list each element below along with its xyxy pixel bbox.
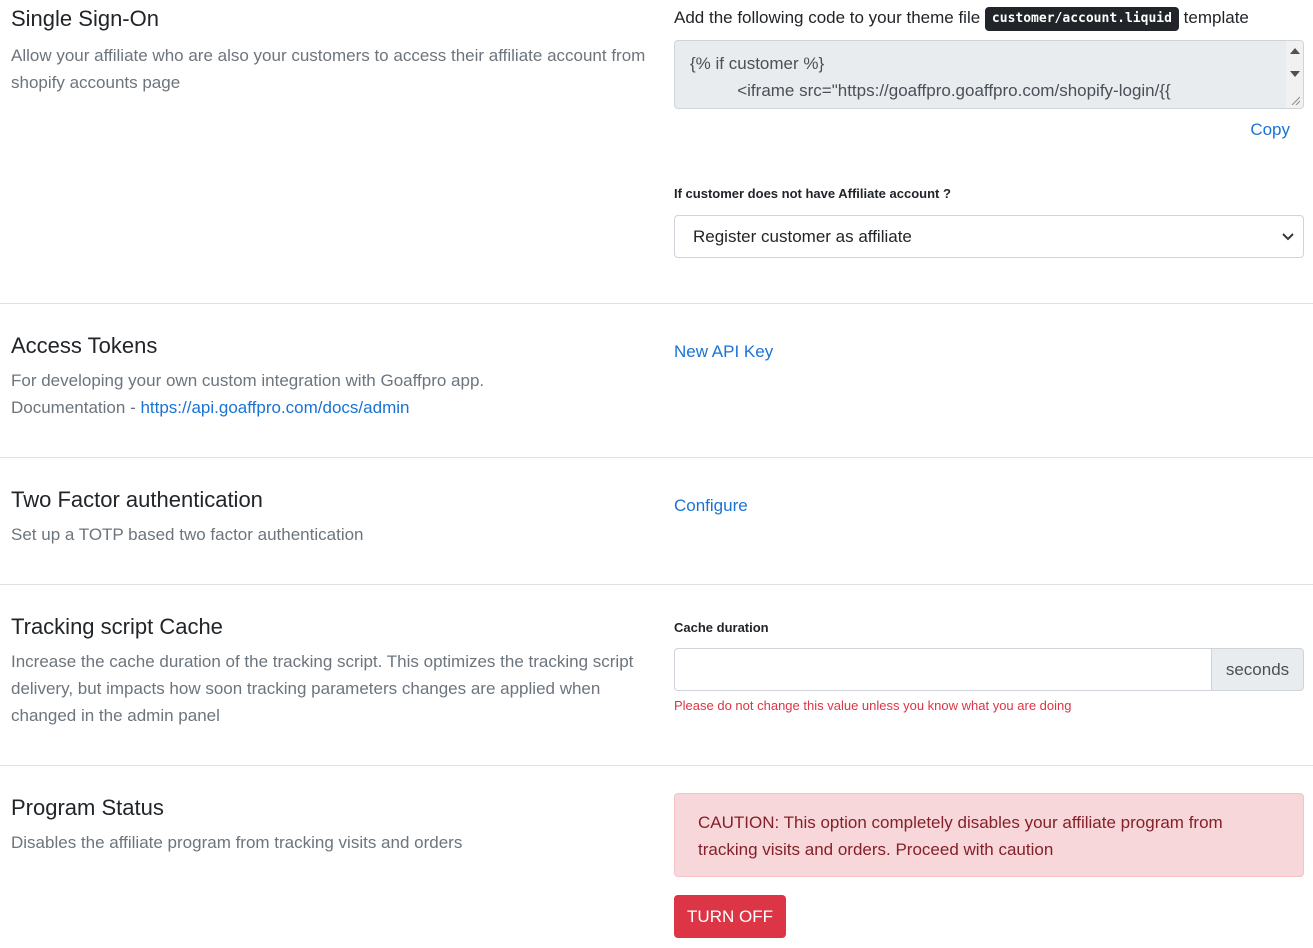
sso-settings: Add the following code to your theme fil… [674, 6, 1304, 266]
code-line-2: <iframe src="https://goaffpro.goaffpro.c… [690, 81, 1171, 100]
tracking-cache-section: Tracking script Cache Increase the cache… [0, 585, 1313, 765]
access-tokens-actions: New API Key [674, 342, 1304, 362]
sso-instruction-prefix: Add the following code to your theme fil… [674, 8, 981, 27]
chevron-down-icon [1282, 233, 1294, 241]
doc-link[interactable]: https://api.goaffpro.com/docs/admin [140, 398, 409, 417]
tracking-cache-settings: Cache duration seconds Please do not cha… [674, 619, 1304, 759]
configure-2fa-link[interactable]: Configure [674, 496, 748, 516]
sso-section: Single Sign-On Allow your affiliate who … [0, 0, 1313, 303]
access-tokens-desc-line: For developing your own custom integrati… [11, 371, 485, 390]
program-status-info: Program Status Disables the affiliate pr… [11, 795, 651, 856]
program-status-description: Disables the affiliate program from trac… [11, 833, 463, 852]
no-account-label: If customer does not have Affiliate acco… [674, 186, 951, 201]
resize-grip-icon[interactable] [1290, 95, 1300, 105]
copy-code-button[interactable]: Copy [1250, 120, 1290, 140]
sso-code: {% if customer %} <iframe src="https://g… [690, 50, 1171, 104]
sso-title: Single Sign-On [11, 6, 159, 31]
caution-alert: CAUTION: This option completely disables… [674, 793, 1304, 877]
sso-info: Single Sign-On Allow your affiliate who … [11, 6, 651, 96]
two-factor-info: Two Factor authentication Set up a TOTP … [11, 487, 651, 548]
code-line-1: {% if customer %} [690, 54, 825, 73]
tracking-cache-description: Increase the cache duration of the track… [11, 652, 634, 725]
sso-description: Allow your affiliate who are also your c… [11, 46, 646, 92]
cache-duration-label: Cache duration [674, 620, 769, 635]
cache-duration-input[interactable] [674, 648, 1212, 691]
new-api-key-link[interactable]: New API Key [674, 342, 773, 362]
cache-warning: Please do not change this value unless y… [674, 698, 1072, 713]
no-account-selected-value: Register customer as affiliate [693, 227, 912, 246]
doc-label: Documentation - [11, 398, 141, 417]
tracking-cache-info: Tracking script Cache Increase the cache… [11, 614, 641, 729]
access-tokens-description: For developing your own custom integrati… [11, 367, 651, 421]
theme-file-name: customer/account.liquid [984, 7, 1179, 31]
two-factor-actions: Configure [674, 496, 1304, 516]
sso-code-textarea[interactable]: {% if customer %} <iframe src="https://g… [674, 40, 1304, 109]
arrow-down-icon[interactable] [1290, 71, 1300, 77]
program-status-title: Program Status [11, 795, 164, 820]
program-status-section: Program Status Disables the affiliate pr… [0, 766, 1313, 948]
cache-duration-group: seconds [674, 648, 1304, 691]
access-tokens-section: Access Tokens For developing your own cu… [0, 304, 1313, 457]
tracking-cache-title: Tracking script Cache [11, 614, 223, 639]
no-account-select[interactable]: Register customer as affiliate [674, 215, 1304, 258]
arrow-up-icon[interactable] [1290, 48, 1300, 54]
access-tokens-info: Access Tokens For developing your own cu… [11, 333, 651, 421]
program-status-actions: CAUTION: This option completely disables… [674, 793, 1304, 943]
seconds-addon: seconds [1211, 648, 1304, 691]
access-tokens-doc: Documentation - https://api.goaffpro.com… [11, 394, 651, 421]
sso-instruction: Add the following code to your theme fil… [674, 6, 1304, 31]
two-factor-title: Two Factor authentication [11, 487, 263, 512]
turn-off-button[interactable]: TURN OFF [674, 895, 786, 938]
access-tokens-title: Access Tokens [11, 333, 158, 358]
two-factor-description: Set up a TOTP based two factor authentic… [11, 525, 364, 544]
sso-instruction-suffix: template [1183, 8, 1249, 27]
two-factor-section: Two Factor authentication Set up a TOTP … [0, 458, 1313, 584]
